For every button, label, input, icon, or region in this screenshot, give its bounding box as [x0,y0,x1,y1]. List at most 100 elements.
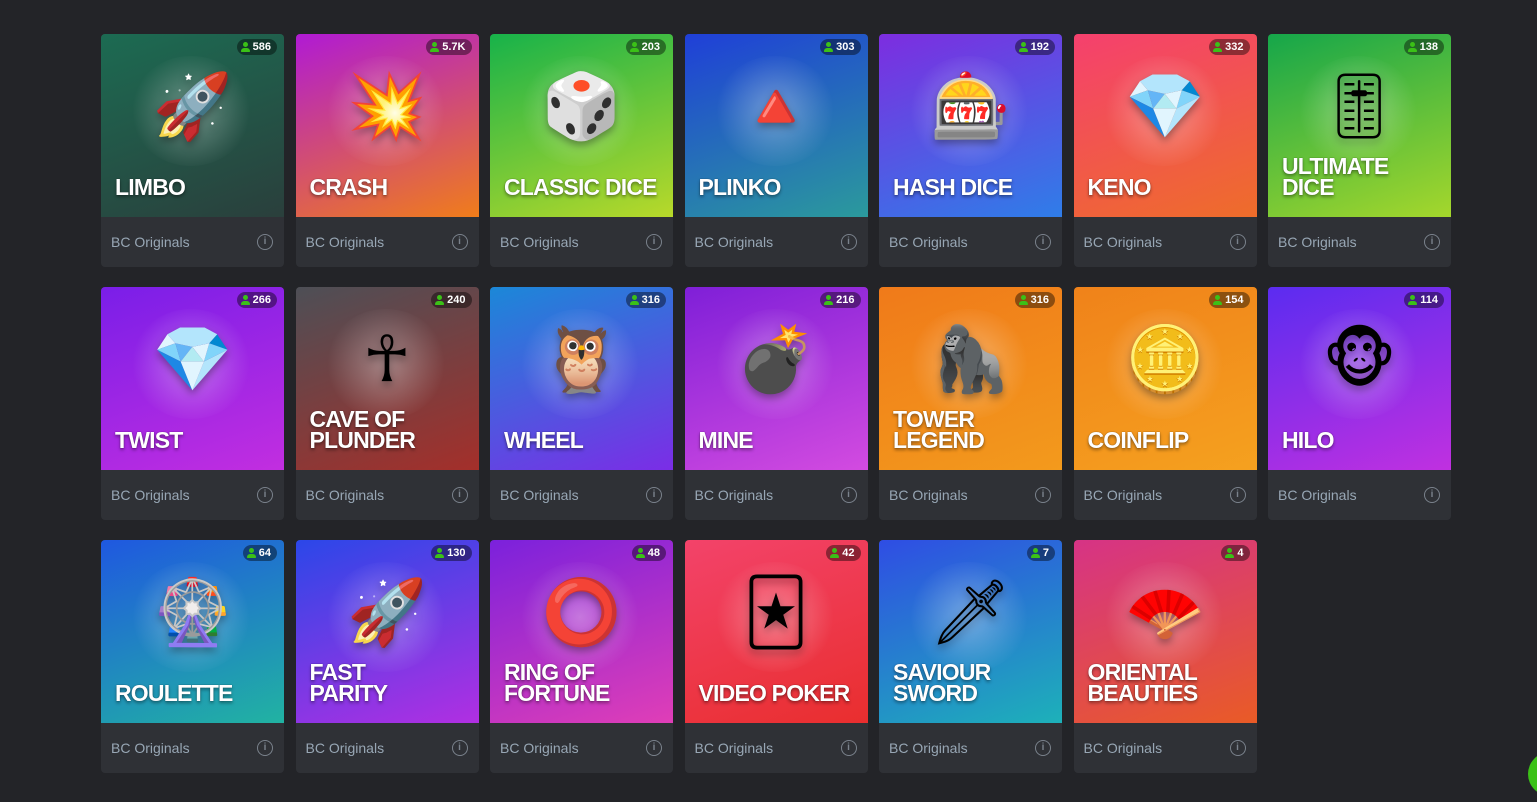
game-card[interactable]: 🐵 114 HILO BC Originals i [1268,287,1451,520]
game-thumbnail[interactable]: ☥ 240 CAVE OF PLUNDER [295,287,479,470]
player-count: 586 [252,41,271,53]
player-count-badge: 48 [631,545,666,561]
card-footer: BC Originals i [101,723,284,773]
game-thumbnail[interactable]: ⭕ 48 RING OF FORTUNE [490,540,673,723]
provider-label: BC Originals [1083,740,1163,756]
user-icon [246,548,256,558]
chat-button[interactable] [1528,752,1537,796]
info-icon[interactable]: i [1035,234,1051,250]
slot-machine-icon: 🎰 [930,70,1011,144]
player-count: 130 [447,547,466,559]
game-thumbnail[interactable]: 🔺 303 PLINKO [684,34,868,217]
player-count-badge: 586 [236,39,277,55]
player-count: 303 [836,41,855,53]
info-icon[interactable]: i [257,234,273,250]
game-thumbnail[interactable]: 💣 216 MINE [684,287,868,470]
game-card[interactable]: 🃏 42 VIDEO POKER BC Originals i [684,540,868,773]
game-thumbnail[interactable]: 🪙 154 COINFLIP [1073,287,1257,470]
game-thumbnail[interactable]: 💎 332 KENO [1073,34,1257,217]
info-icon[interactable]: i [257,487,273,503]
game-thumbnail[interactable]: 🦍 316 TOWER LEGEND [879,287,1062,470]
game-card[interactable]: 🔺 303 PLINKO BC Originals i [684,34,868,267]
game-thumbnail[interactable]: 🪭 4 ORIENTAL BEAUTIES [1073,540,1257,723]
player-count-badge: 130 [431,545,472,561]
info-icon[interactable]: i [257,740,273,756]
game-card[interactable]: 🚀 130 FAST PARITY BC Originals i [295,540,479,773]
explosion-icon: 💥 [347,70,427,144]
game-card[interactable]: 🚀 586 LIMBO BC Originals i [101,34,284,267]
info-icon[interactable]: i [646,740,662,756]
game-title: ULTIMATE DICE [1282,153,1389,200]
game-card[interactable]: 🦉 316 WHEEL BC Originals i [490,287,673,520]
card-footer: BC Originals i [490,723,673,773]
player-count: 5.7K [442,41,466,53]
game-thumbnail[interactable]: 🎡 64 ROULETTE [101,540,284,723]
game-thumbnail[interactable]: 🃏 42 VIDEO POKER [684,540,868,723]
user-icon [1213,42,1223,52]
info-icon[interactable]: i [840,487,857,503]
provider-label: BC Originals [111,740,190,756]
info-icon[interactable]: i [1035,740,1051,756]
info-icon[interactable]: i [1229,234,1246,250]
card-footer: BC Originals i [101,217,284,267]
game-card[interactable]: 💣 216 MINE BC Originals i [684,287,868,520]
provider-label: BC Originals [1278,234,1357,250]
game-thumbnail[interactable]: 🗡 7 SAVIOUR SWORD [879,540,1062,723]
game-card[interactable]: 🎰 192 HASH DICE BC Originals i [879,34,1062,267]
game-title: SAVIOUR SWORD [893,659,991,706]
game-thumbnail[interactable]: 🦉 316 WHEEL [490,287,673,470]
player-count: 154 [1225,294,1244,306]
coin-icon: 🪙 [1125,323,1205,397]
player-count-badge: 138 [1403,39,1444,55]
info-icon[interactable]: i [1424,487,1440,503]
game-card[interactable]: 🦍 316 TOWER LEGEND BC Originals i [879,287,1062,520]
card-footer: BC Originals i [685,723,868,773]
info-icon[interactable]: i [451,234,468,250]
game-thumbnail[interactable]: 🎰 192 HASH DICE [879,34,1062,217]
player-count-badge: 240 [431,292,472,308]
info-icon[interactable]: i [1229,487,1246,503]
user-icon [435,295,445,305]
game-thumbnail[interactable]: 🚀 130 FAST PARITY [295,540,479,723]
game-thumbnail[interactable]: 🚀 586 LIMBO [101,34,284,217]
game-thumbnail[interactable]: 💥 5.7K CRASH [295,34,479,217]
rocket-icon: 🚀 [347,576,427,650]
dice-icon: 🎲 [541,70,622,144]
info-icon[interactable]: i [451,487,468,503]
player-count-badge: 7 [1026,545,1055,561]
game-card[interactable]: 🗡 7 SAVIOUR SWORD BC Originals i [879,540,1062,773]
game-card[interactable]: 🪙 154 COINFLIP BC Originals i [1073,287,1257,520]
game-thumbnail[interactable]: 💎 266 TWIST [101,287,284,470]
player-count: 266 [252,294,271,306]
game-title: HILO [1282,427,1335,453]
info-icon[interactable]: i [646,487,662,503]
game-card[interactable]: 🪭 4 ORIENTAL BEAUTIES BC Originals i [1073,540,1257,773]
game-card[interactable]: ☥ 240 CAVE OF PLUNDER BC Originals i [295,287,479,520]
game-card[interactable]: 💎 332 KENO BC Originals i [1073,34,1257,267]
user-icon [240,295,250,305]
game-card[interactable]: 💥 5.7K CRASH BC Originals i [295,34,479,267]
game-card[interactable]: 🎲 203 CLASSIC DICE BC Originals i [490,34,673,267]
user-icon [240,42,250,52]
info-icon[interactable]: i [451,740,468,756]
info-icon[interactable]: i [1035,487,1051,503]
info-icon[interactable]: i [1229,740,1246,756]
info-icon[interactable]: i [840,234,857,250]
game-grid: 🚀 586 LIMBO BC Originals i 💥 5.7K CRASH … [101,34,1451,773]
game-card[interactable]: 🎡 64 ROULETTE BC Originals i [101,540,284,773]
game-title: CRASH [309,174,389,200]
game-thumbnail[interactable]: 🎲 203 CLASSIC DICE [490,34,673,217]
info-icon[interactable]: i [646,234,662,250]
game-card[interactable]: 💎 266 TWIST BC Originals i [101,287,284,520]
playing-cards-icon: 🃏 [743,576,809,650]
game-card[interactable]: ⭕ 48 RING OF FORTUNE BC Originals i [490,540,673,773]
player-count: 7 [1042,547,1049,559]
game-card[interactable]: 🎚 138 ULTIMATE DICE BC Originals i [1268,34,1451,267]
game-thumbnail[interactable]: 🎚 138 ULTIMATE DICE [1268,34,1451,217]
info-icon[interactable]: i [1424,234,1440,250]
user-icon [1407,42,1417,52]
provider-label: BC Originals [500,487,579,503]
game-thumbnail[interactable]: 🐵 114 HILO [1268,287,1451,470]
info-icon[interactable]: i [840,740,857,756]
provider-label: BC Originals [500,740,579,756]
